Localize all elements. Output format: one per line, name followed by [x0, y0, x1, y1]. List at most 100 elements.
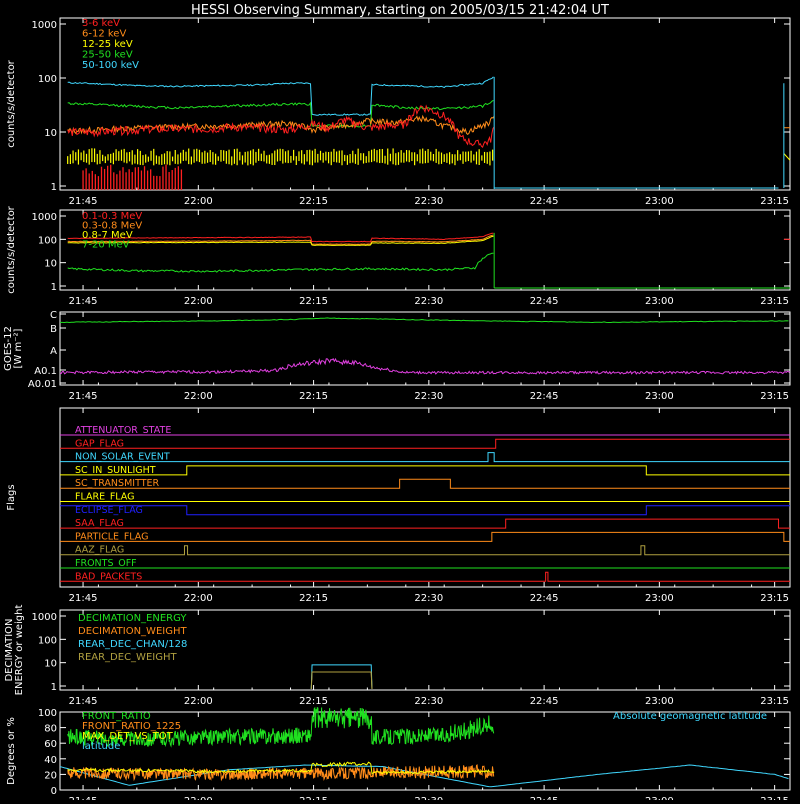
x-tick-label: 21:45 [69, 696, 98, 707]
x-tick-label: 22:45 [530, 796, 559, 800]
y-tick-label: 100 [38, 708, 57, 719]
y-tick-label: B [50, 324, 57, 335]
x-tick-label: 23:15 [760, 296, 789, 307]
x-tick-label: 22:30 [414, 296, 443, 307]
x-tick-label: 22:45 [530, 391, 559, 402]
legend-entry: 6-12 keV [82, 29, 126, 40]
y-tick-label: 100 [38, 235, 57, 246]
x-tick-label: 21:45 [69, 593, 98, 604]
panel-frame [59, 311, 791, 386]
series-line-goes-long [60, 317, 789, 324]
flag-line-sc-in-sunlight [60, 465, 790, 476]
y-tick-label: 1000 [32, 20, 57, 31]
y-axis-label: counts/s/detector [6, 59, 17, 147]
flag-line-sc-transmitter [60, 478, 790, 489]
x-tick-label: 22:00 [184, 391, 213, 402]
y-axis-unit-label: [W m⁻²] [13, 328, 24, 368]
flag-label: NON_SOLAR_EVENT [75, 452, 170, 463]
flag-line-eclipse-flag [60, 505, 790, 516]
x-tick-label: 22:00 [184, 593, 213, 604]
flag-label: ATTENUATOR_STATE [75, 425, 171, 436]
legend-entry: 3-6 keV [82, 18, 120, 29]
flag-line-bad-packets [60, 571, 790, 582]
x-tick-label: 23:00 [645, 593, 674, 604]
x-tick-label: 23:00 [645, 696, 674, 707]
legend-entry: 50-100 keV [82, 60, 139, 71]
flag-label: FRONTS_OFF [75, 558, 137, 569]
y-tick-label: 20 [44, 770, 57, 781]
x-tick-label: 23:15 [760, 593, 789, 604]
x-tick-label: 23:15 [760, 796, 789, 800]
series-line-rear-dec-chan [310, 664, 373, 690]
panel-frame [59, 209, 791, 291]
flag-line-saa-flag [60, 518, 790, 529]
x-tick-label: 23:15 [760, 196, 789, 207]
series-line-12-25kev [783, 153, 791, 161]
y-tick-label: 1 [51, 182, 57, 193]
x-tick-label: 22:00 [184, 696, 213, 707]
flag-line-particle-flag [60, 531, 790, 542]
y-tick-label: 100 [38, 635, 57, 646]
legend-entry: latitude [82, 741, 120, 752]
flag-label: SC_IN_SUNLIGHT [75, 465, 156, 476]
x-tick-label: 22:00 [184, 196, 213, 207]
y-tick-label: A [50, 346, 57, 357]
x-tick-label: 22:45 [530, 696, 559, 707]
y-tick-label: 10 [44, 128, 57, 139]
series-line-front-ratio-1225 [67, 764, 495, 782]
y-tick-label: 1 [51, 682, 57, 693]
x-tick-label: 22:15 [299, 593, 328, 604]
flag-label: SC_TRANSMITTER [75, 478, 160, 489]
legend-entry: REAR_DEC_WEIGHT [78, 652, 177, 663]
x-tick-label: 22:45 [530, 296, 559, 307]
series-line-7-20mev [67, 252, 494, 273]
x-tick-label: 22:30 [414, 696, 443, 707]
y-tick-label: 40 [44, 755, 57, 766]
flag-label: PARTICLE_FLAG [75, 531, 148, 542]
panel-counts-hi: 21:45 22:00 22:15 22:30 22:45 23:00 23:15 count… [6, 205, 791, 307]
panel-decimation: 21:45 22:00 22:15 22:30 22:45 23:00 23:15 1000 1… [4, 605, 791, 707]
flag-label: ECLIPSE_FLAG [75, 505, 143, 516]
legend-entry: DECIMATION_ENERGY [78, 613, 187, 624]
series-line-goes-short [59, 357, 790, 375]
series-line-decimation-weight [310, 671, 373, 690]
x-tick-label: 22:00 [184, 796, 213, 800]
x-tick-label: 23:00 [645, 196, 674, 207]
y-tick-label: 80 [44, 724, 57, 735]
legend-entry: 25-50 keV [82, 50, 133, 61]
x-tick-label: 23:15 [760, 391, 789, 402]
x-tick-label: 21:45 [69, 296, 98, 307]
y-tick-label: 60 [44, 739, 57, 750]
x-tick-label: 22:15 [299, 296, 328, 307]
flag-label: FLARE_FLAG [75, 492, 135, 503]
y-axis-label: Flags [6, 484, 17, 510]
x-tick-label: 22:15 [299, 696, 328, 707]
y-axis-label: Degrees or % [6, 717, 17, 785]
x-tick-label: 21:45 [69, 196, 98, 207]
x-tick-label: 22:45 [530, 593, 559, 604]
legend-entry: 12-25 keV [82, 39, 133, 50]
panel-goes: 21:45 22:00 22:15 22:30 22:45 23:00 23:15 CBA A0… [3, 310, 791, 402]
panel-ratio: 21:45 22:00 22:15 22:30 22:45 23:00 23:15 Degre… [6, 706, 791, 804]
y-tick-label: 100 [38, 74, 57, 85]
y-tick-label: 1 [51, 282, 57, 293]
x-tick-label: 22:30 [414, 796, 443, 800]
x-tick-label: 22:45 [530, 196, 559, 207]
y-tick-label: 1000 [32, 612, 57, 623]
x-tick-label: 23:00 [645, 391, 674, 402]
flag-label: AAZ_FLAG [75, 545, 124, 556]
y-axis-label: ENERGY or weight [14, 605, 25, 696]
y-tick-label: C [50, 310, 57, 321]
legend-entry: DECIMATION_WEIGHT [78, 626, 187, 637]
series-line-rear-dec-weight [310, 671, 373, 690]
flag-label: BAD_PACKETS [75, 571, 142, 582]
y-axis-label: counts/s/detector [6, 205, 17, 293]
flag-line-gap-flag [60, 438, 790, 449]
x-tick-label: 22:00 [184, 296, 213, 307]
figure-canvas: HESSI Observing Summary, starting on 200… [3, 3, 791, 804]
figure-title: HESSI Observing Summary, starting on 200… [191, 3, 609, 18]
legend-entry: 7-20 MeV [82, 240, 130, 251]
x-tick-label: 22:30 [414, 391, 443, 402]
x-tick-label: 21:45 [69, 391, 98, 402]
x-tick-label: 23:00 [645, 796, 674, 800]
